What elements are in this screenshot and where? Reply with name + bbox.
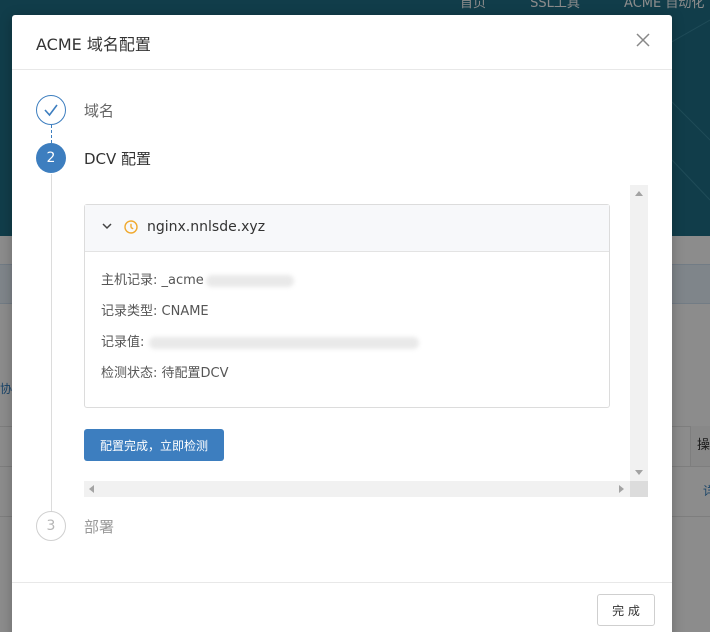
dcv-config-panel: nginx.nnlsde.xyz 主机记录: _acme 记录类型: CNAME… (84, 185, 648, 497)
finish-button[interactable]: 完 成 (597, 594, 655, 626)
scroll-right-icon[interactable] (619, 485, 624, 493)
close-icon[interactable] (632, 29, 654, 51)
scroll-left-icon[interactable] (89, 485, 94, 493)
redacted-value (148, 336, 419, 349)
acme-domain-config-modal: ACME 域名配置 域名 2 DCV 配置 nginx.nnlsde.xyz 主… (12, 15, 672, 632)
scroll-down-icon[interactable] (635, 470, 643, 475)
scroll-up-icon[interactable] (635, 191, 643, 196)
record-value-row: 记录值: (101, 331, 419, 350)
chevron-down-icon[interactable] (101, 220, 113, 232)
warning-icon (124, 220, 138, 234)
host-record-row: 主机记录: _acme (101, 269, 294, 288)
check-status-label: 检测状态: 待配置DCV (101, 366, 229, 381)
record-type-label: 记录类型: CNAME (101, 304, 209, 319)
modal-footer: 完 成 (12, 582, 672, 632)
host-record-label: 主机记录: _acme (101, 273, 204, 288)
domain-dcv-card: nginx.nnlsde.xyz 主机记录: _acme 记录类型: CNAME… (84, 204, 610, 408)
step-3-label: 部署 (84, 518, 115, 536)
redacted-value (205, 274, 294, 287)
record-value-label: 记录值: (101, 335, 149, 350)
step-2-label: DCV 配置 (84, 150, 152, 168)
vertical-scrollbar[interactable] (630, 185, 648, 481)
step-3-indicator: 3 (36, 511, 66, 541)
step-2-indicator: 2 (36, 143, 66, 173)
step-connector-2 (51, 174, 52, 520)
check-icon (44, 104, 58, 117)
check-now-button[interactable]: 配置完成，立即检测 (84, 429, 225, 461)
modal-header: ACME 域名配置 (12, 15, 672, 70)
modal-title: ACME 域名配置 (36, 35, 151, 54)
record-type-row: 记录类型: CNAME (101, 300, 209, 319)
step-1-indicator (36, 95, 66, 125)
horizontal-scrollbar[interactable] (84, 481, 630, 497)
domain-name: nginx.nnlsde.xyz (147, 219, 266, 235)
step-1-label: 域名 (84, 102, 115, 120)
scrollbar-corner (630, 481, 648, 497)
check-status-row: 检测状态: 待配置DCV (101, 362, 229, 381)
step-connector-1 (51, 125, 52, 143)
domain-card-header[interactable]: nginx.nnlsde.xyz (85, 205, 609, 252)
